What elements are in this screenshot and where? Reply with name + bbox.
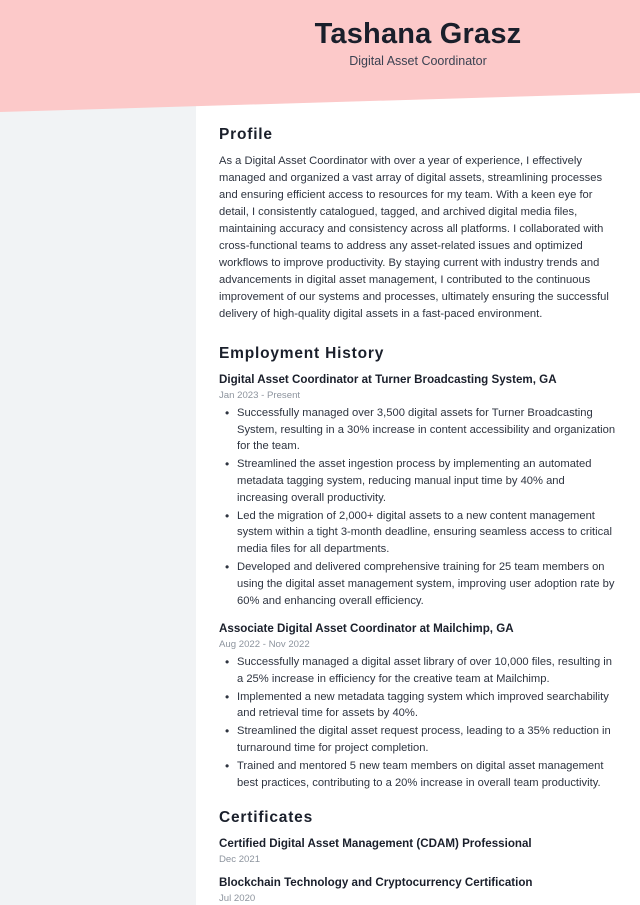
certificates-list: Certified Digital Asset Management (CDAM… — [219, 836, 616, 903]
profile-heading: Profile — [219, 126, 273, 143]
employment-date: Aug 2022 - Nov 2022 — [219, 639, 310, 650]
employment-bullet: Streamlined the asset ingestion process … — [219, 455, 616, 506]
employment-bullet-list: Successfully managed over 3,500 digital … — [219, 404, 616, 610]
candidate-name: Tashana Grasz — [314, 18, 522, 50]
certificate-entry: Certified Digital Asset Management (CDAM… — [219, 836, 616, 865]
certificate-name: Certified Digital Asset Management (CDAM… — [219, 837, 532, 851]
employment-bullet: Successfully managed a digital asset lib… — [219, 653, 616, 688]
header-banner: Tashana Grasz Digital Asset Coordinator — [0, 0, 640, 112]
employment-title: Digital Asset Coordinator at Turner Broa… — [219, 373, 557, 387]
certificate-name: Blockchain Technology and Cryptocurrency… — [219, 876, 533, 890]
employment-entry: Associate Digital Asset Coordinator at M… — [219, 621, 616, 791]
resume-page: Tashana Grasz Digital Asset Coordinator … — [0, 0, 640, 905]
employment-bullet-list: Successfully managed a digital asset lib… — [219, 653, 616, 792]
employment-bullet: Developed and delivered comprehensive tr… — [219, 558, 616, 609]
employment-heading: Employment History — [219, 345, 385, 363]
main-content: Profile As a Digital Asset Coordinator w… — [196, 0, 640, 905]
certificate-date: Jul 2020 — [219, 892, 256, 904]
employment-list: Digital Asset Coordinator at Turner Broa… — [219, 372, 616, 791]
employment-title: Associate Digital Asset Coordinator at M… — [219, 622, 514, 636]
profile-text: As a Digital Asset Coordinator with over… — [219, 155, 609, 321]
employment-bullet: Led the migration of 2,000+ digital asse… — [219, 507, 616, 558]
certificate-entry: Blockchain Technology and Cryptocurrency… — [219, 875, 616, 904]
employment-date: Jan 2023 - Present — [219, 389, 301, 401]
certificates-heading: Certificates — [219, 809, 314, 827]
employment-bullet: Streamlined the digital asset request pr… — [219, 722, 616, 757]
employment-bullet: Trained and mentored 5 new team members … — [219, 757, 616, 792]
header-text-block: Tashana Grasz Digital Asset Coordinator — [196, 0, 640, 68]
certificate-date: Dec 2021 — [219, 854, 261, 866]
candidate-job-title: Digital Asset Coordinator — [349, 54, 487, 69]
employment-bullet: Implemented a new metadata tagging syste… — [219, 688, 616, 723]
employment-entry: Digital Asset Coordinator at Turner Broa… — [219, 372, 616, 609]
sidebar — [0, 0, 196, 905]
employment-bullet: Successfully managed over 3,500 digital … — [219, 404, 616, 455]
